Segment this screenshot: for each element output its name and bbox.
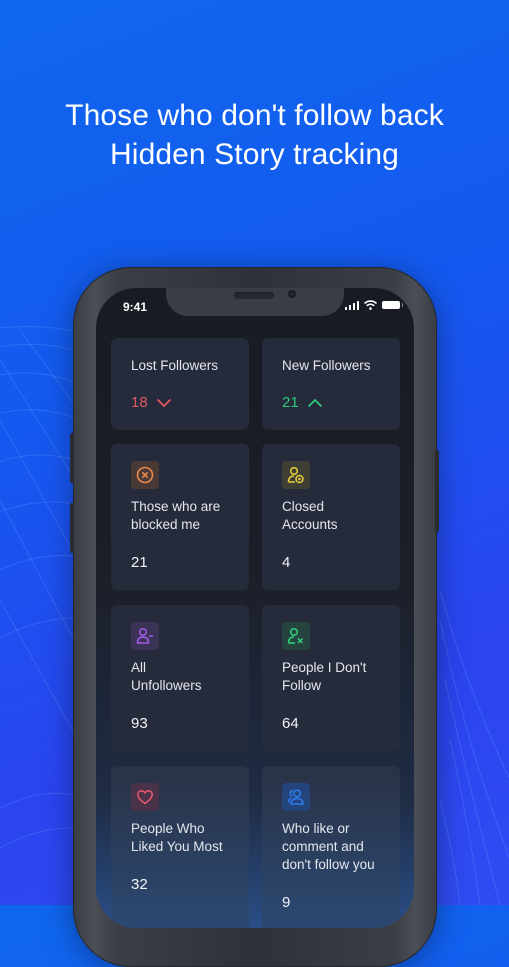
like-comment-not-follow-count: 9 [282,894,291,911]
liked-you-most-title: People Who Liked You Most [131,820,223,856]
status-time: 9:41 [123,300,148,314]
phone-power-button [435,450,439,532]
closed-accounts-count: 4 [282,554,291,571]
users-icon [287,789,304,805]
new-followers-label: New Followers [282,358,371,373]
blocked-me-title: Those who are blocked me [131,498,220,534]
like-comment-not-follow-card[interactable]: Who like or comment and don't follow you… [262,766,400,928]
chevron-up-icon [307,398,322,407]
heart-icon [137,789,153,805]
closed-accounts-card[interactable]: Closed Accounts 4 [262,444,400,590]
title-line: All [131,660,147,675]
all-unfollowers-count: 93 [131,715,148,732]
speaker-grille [234,292,274,299]
headline: Those who don't follow back Hidden Story… [0,96,509,174]
like-comment-icon-tile [282,783,310,811]
user-minus-icon [136,627,153,644]
title-line: comment and [282,839,364,854]
battery-icon [382,301,403,309]
title-line: People I Don't [282,660,367,675]
front-camera [288,290,296,298]
liked-you-most-count: 32 [131,876,148,893]
like-comment-not-follow-title: Who like or comment and don't follow you [282,820,375,874]
blocked-me-card[interactable]: Those who are blocked me 21 [111,444,249,590]
title-line: Closed [282,499,325,514]
all-unfollowers-title: All Unfollowers [131,659,202,695]
title-line: Who like or [282,821,350,836]
lost-followers-trend: 18 [131,394,172,411]
phone-notch [166,288,344,316]
status-icons [344,300,403,310]
user-lock-icon [287,466,304,484]
title-line: don't follow you [282,857,375,872]
liked-you-most-card[interactable]: People Who Liked You Most 32 [111,766,249,928]
user-x-icon [287,627,304,644]
cellular-signal-icon [344,300,359,310]
all-unfollowers-icon-tile [131,622,159,650]
new-followers-trend: 21 [282,394,323,411]
people-i-dont-follow-title: People I Don't Follow [282,659,366,695]
title-line: Follow [282,678,322,693]
new-followers-value: 21 [282,394,299,411]
phone-volume-down-button [70,503,74,553]
lost-followers-label: Lost Followers [131,358,219,373]
blocked-circle-x-icon [136,466,154,484]
title-line: Liked You Most [131,839,223,854]
lost-followers-value: 18 [131,394,148,411]
headline-line-1: Those who don't follow back [65,99,444,132]
people-i-dont-follow-icon-tile [282,622,310,650]
blocked-icon-tile [131,461,159,489]
liked-you-most-icon-tile [131,783,159,811]
chevron-down-icon [156,398,171,407]
lost-followers-card[interactable]: Lost Followers 18 [111,338,249,430]
people-i-dont-follow-card[interactable]: People I Don't Follow 64 [262,605,400,751]
closed-accounts-title: Closed Accounts [282,498,338,534]
phone-screen: 9:41 Lost Followers 18 New Followers 21 [96,288,414,928]
phone-mute-switch [70,433,74,483]
title-line: People Who [131,821,205,836]
title-line: blocked me [131,517,201,532]
headline-line-2: Hidden Story tracking [110,138,399,171]
new-followers-card[interactable]: New Followers 21 [262,338,400,430]
title-line: Accounts [282,517,338,532]
all-unfollowers-card[interactable]: All Unfollowers 93 [111,605,249,751]
title-line: Unfollowers [131,678,202,693]
blocked-me-count: 21 [131,554,148,571]
title-line: Those who are [131,499,221,514]
wifi-icon [364,300,377,310]
people-i-dont-follow-count: 64 [282,715,299,732]
closed-accounts-icon-tile [282,461,310,489]
